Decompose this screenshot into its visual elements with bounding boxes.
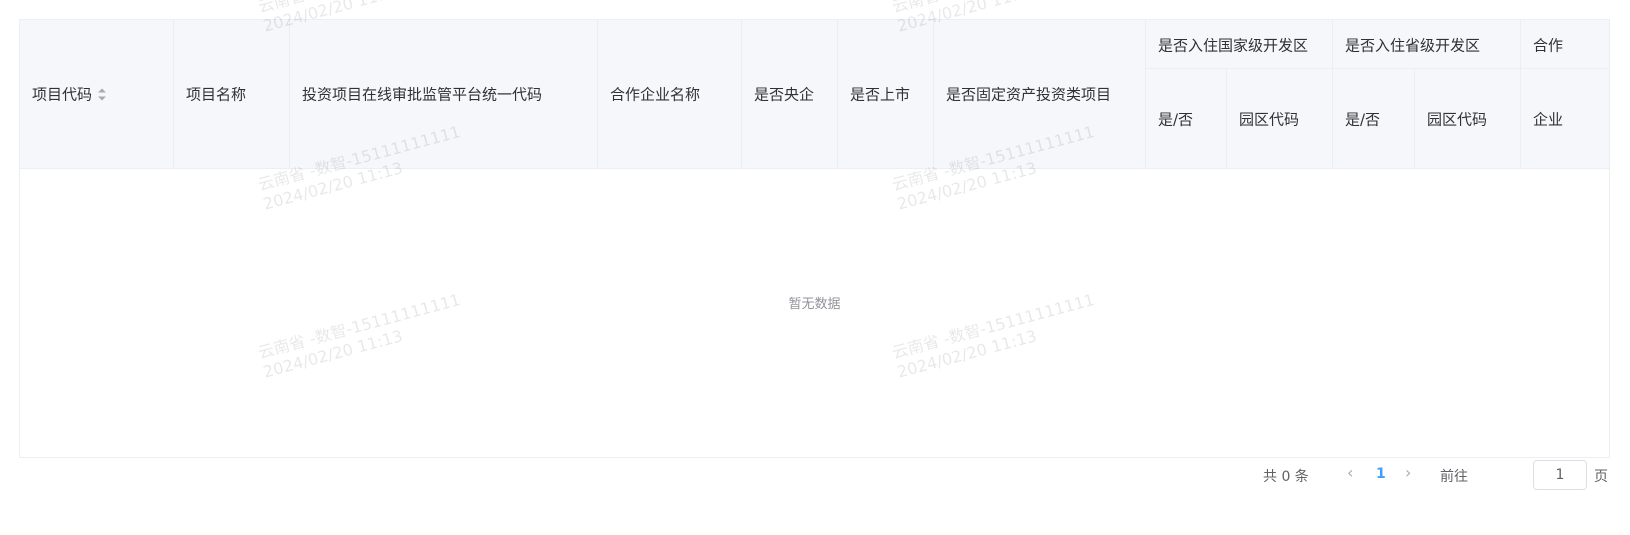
pagination: 共 0 条 ‹ 1 › 前往 页: [0, 459, 1630, 489]
data-table: 项目代码 项目名称 投资项目在线审批监管平台统一代码 合作企业名称 是否央企 是…: [19, 19, 1610, 458]
column-label: 是否上市: [850, 85, 911, 104]
column-label: 合作企业名称: [610, 85, 701, 104]
subcolumn-enterprise: 企业: [1521, 69, 1609, 168]
group-label: 合作: [1533, 36, 1564, 55]
column-label: 是否央企: [754, 85, 815, 104]
goto-page-input[interactable]: 1: [1533, 460, 1587, 490]
column-header-project-code[interactable]: 项目代码: [20, 20, 174, 168]
column-header-project-name: 项目名称: [174, 20, 290, 168]
column-header-partner: 合作企业名称: [598, 20, 742, 168]
column-group-provincial-zone: 是否入住省级开发区 是/否 园区代码: [1333, 20, 1521, 168]
column-header-central: 是否央企: [742, 20, 838, 168]
column-label: 是否固定资产投资类项目: [946, 85, 1112, 104]
column-header-fixed-asset: 是否固定资产投资类项目: [934, 20, 1146, 168]
subcolumn-yes-no: 是/否: [1146, 69, 1227, 168]
total-count: 共 0 条: [1263, 469, 1309, 485]
column-header-listed: 是否上市: [838, 20, 934, 168]
sort-caret-icon[interactable]: [98, 88, 107, 102]
prev-page-icon[interactable]: ‹: [1347, 463, 1353, 482]
column-group-national-zone: 是否入住国家级开发区 是/否 园区代码: [1146, 20, 1333, 168]
goto-label: 前往: [1440, 469, 1468, 485]
empty-state-text: 暂无数据: [788, 297, 841, 312]
page-suffix: 页: [1594, 469, 1608, 485]
column-group-cooperation: 合作 企业: [1521, 20, 1609, 168]
subcolumn-yes-no: 是/否: [1333, 69, 1415, 168]
subcolumn-zone-code: 园区代码: [1415, 69, 1521, 168]
column-label: 项目代码: [32, 85, 93, 104]
next-page-icon[interactable]: ›: [1405, 463, 1411, 482]
column-label: 投资项目在线审批监管平台统一代码: [302, 85, 543, 104]
group-label: 是否入住省级开发区: [1345, 36, 1481, 55]
column-header-platform-code: 投资项目在线审批监管平台统一代码: [290, 20, 598, 168]
group-label: 是否入住国家级开发区: [1158, 36, 1309, 55]
page-number-current[interactable]: 1: [1376, 466, 1386, 482]
column-label: 项目名称: [186, 85, 247, 104]
table-header: 项目代码 项目名称 投资项目在线审批监管平台统一代码 合作企业名称 是否央企 是…: [20, 20, 1609, 169]
subcolumn-zone-code: 园区代码: [1227, 69, 1333, 168]
